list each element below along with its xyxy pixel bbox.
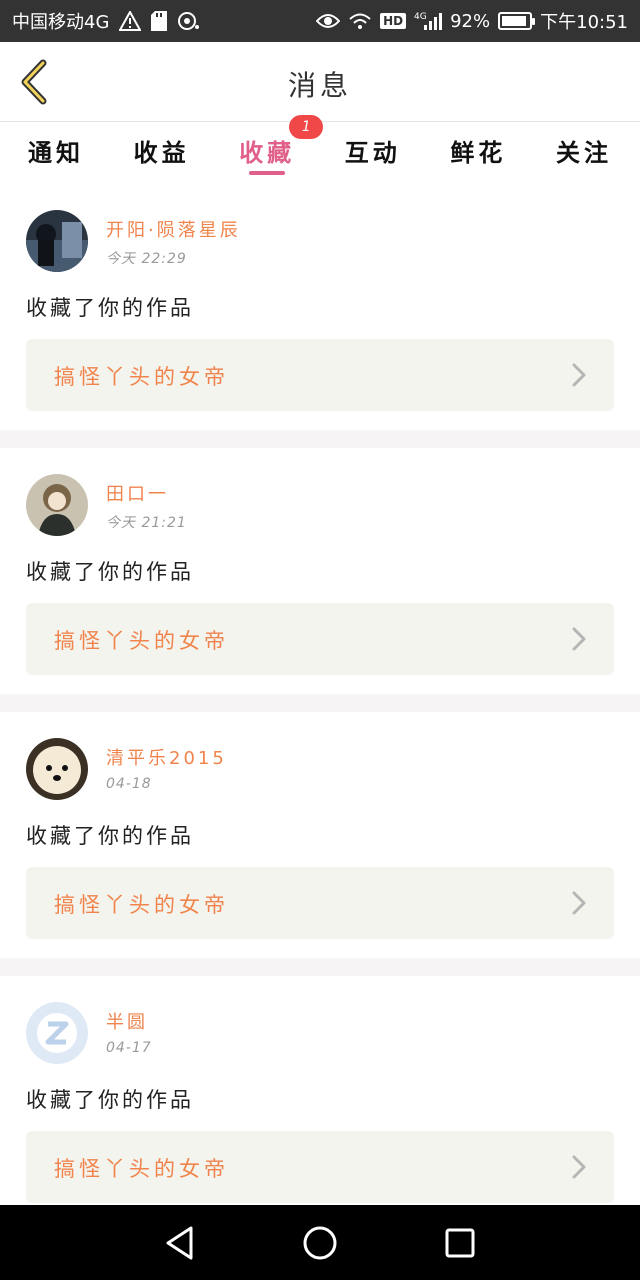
home-circle-icon	[303, 1226, 337, 1259]
tab-interactions[interactable]: 互动	[335, 123, 411, 179]
tab-label: 互动	[344, 139, 401, 167]
work-title: 搞怪丫头的女帝	[54, 893, 229, 917]
signal-icon: 4G	[414, 11, 443, 31]
header: 消息	[0, 42, 640, 122]
message-item: 田口一 今天 21:21 收藏了你的作品 搞怪丫头的女帝	[0, 448, 640, 694]
action-text: 收藏了你的作品	[26, 560, 194, 584]
work-link[interactable]: 搞怪丫头的女帝	[26, 1131, 614, 1203]
divider	[0, 958, 640, 976]
tab-label: 鲜花	[450, 139, 507, 167]
active-tab-indicator	[249, 171, 286, 175]
message-item: 半圆 04-17 收藏了你的作品 搞怪丫头的女帝	[0, 976, 640, 1222]
tab-follows[interactable]: 关注	[546, 123, 622, 179]
tab-bar: 通知 收益 收藏 1 互动 鲜花 关注	[0, 115, 640, 179]
avatar[interactable]	[26, 1002, 88, 1064]
timestamp: 04-18	[106, 776, 152, 792]
divider	[0, 430, 640, 448]
tab-notifications[interactable]: 通知	[18, 123, 94, 179]
avatar[interactable]	[26, 210, 88, 272]
sd-card-icon	[151, 11, 168, 31]
nav-recents-button[interactable]	[435, 1218, 485, 1268]
chevron-right-icon	[572, 1155, 586, 1179]
action-text: 收藏了你的作品	[26, 824, 194, 848]
username[interactable]: 半圆	[106, 1008, 148, 1034]
tab-label: 收藏	[239, 139, 296, 167]
hd-badge: HD	[380, 13, 407, 29]
username[interactable]: 清平乐2015	[106, 744, 227, 770]
hotspot-icon	[177, 11, 201, 31]
nav-home-button[interactable]	[295, 1218, 345, 1268]
work-title: 搞怪丫头的女帝	[54, 365, 229, 389]
network-label: 4G	[414, 12, 427, 22]
recent-square-icon	[445, 1228, 475, 1257]
tab-favorites[interactable]: 收藏 1	[229, 115, 324, 179]
username[interactable]: 开阳·陨落星辰	[106, 216, 241, 242]
work-link[interactable]: 搞怪丫头的女帝	[26, 867, 614, 939]
tab-label: 关注	[555, 139, 612, 167]
warning-icon	[119, 11, 142, 31]
avatar[interactable]	[26, 738, 88, 800]
eye-icon	[316, 12, 341, 30]
tab-flowers[interactable]: 鲜花	[440, 123, 516, 179]
wifi-icon	[348, 12, 372, 30]
chevron-right-icon	[572, 363, 586, 387]
work-link[interactable]: 搞怪丫头的女帝	[26, 603, 614, 675]
status-bar: 中国移动4G HD 4G 92% 下午10:51	[0, 0, 640, 42]
message-item: 清平乐2015 04-18 收藏了你的作品 搞怪丫头的女帝	[0, 712, 640, 958]
tab-earnings[interactable]: 收益	[124, 123, 200, 179]
username[interactable]: 田口一	[106, 480, 169, 506]
action-text: 收藏了你的作品	[26, 1088, 194, 1112]
back-triangle-icon	[166, 1226, 193, 1259]
battery-icon	[498, 12, 536, 30]
divider	[0, 694, 640, 712]
nav-back-button[interactable]	[155, 1218, 205, 1268]
timestamp: 04-17	[106, 1040, 152, 1056]
tab-label: 收益	[133, 139, 190, 167]
work-link[interactable]: 搞怪丫头的女帝	[26, 339, 614, 411]
action-text: 收藏了你的作品	[26, 296, 194, 320]
avatar[interactable]	[26, 474, 88, 536]
battery-fill	[502, 16, 527, 26]
work-title: 搞怪丫头的女帝	[54, 1157, 229, 1181]
chevron-right-icon	[572, 891, 586, 915]
message-item: 开阳·陨落星辰 今天 22:29 收藏了你的作品 搞怪丫头的女帝	[0, 184, 640, 430]
page-title: 消息	[287, 69, 352, 102]
clock: 下午10:51	[540, 12, 628, 33]
tab-label: 通知	[28, 139, 84, 167]
system-nav-bar	[0, 1205, 640, 1280]
unread-badge: 1	[289, 115, 324, 139]
work-title: 搞怪丫头的女帝	[54, 629, 229, 653]
chevron-right-icon	[572, 627, 586, 651]
timestamp: 今天 21:21	[106, 515, 187, 531]
timestamp: 今天 22:29	[106, 251, 187, 267]
battery-percent: 92%	[450, 10, 491, 32]
carrier-label: 中国移动4G	[12, 12, 110, 33]
